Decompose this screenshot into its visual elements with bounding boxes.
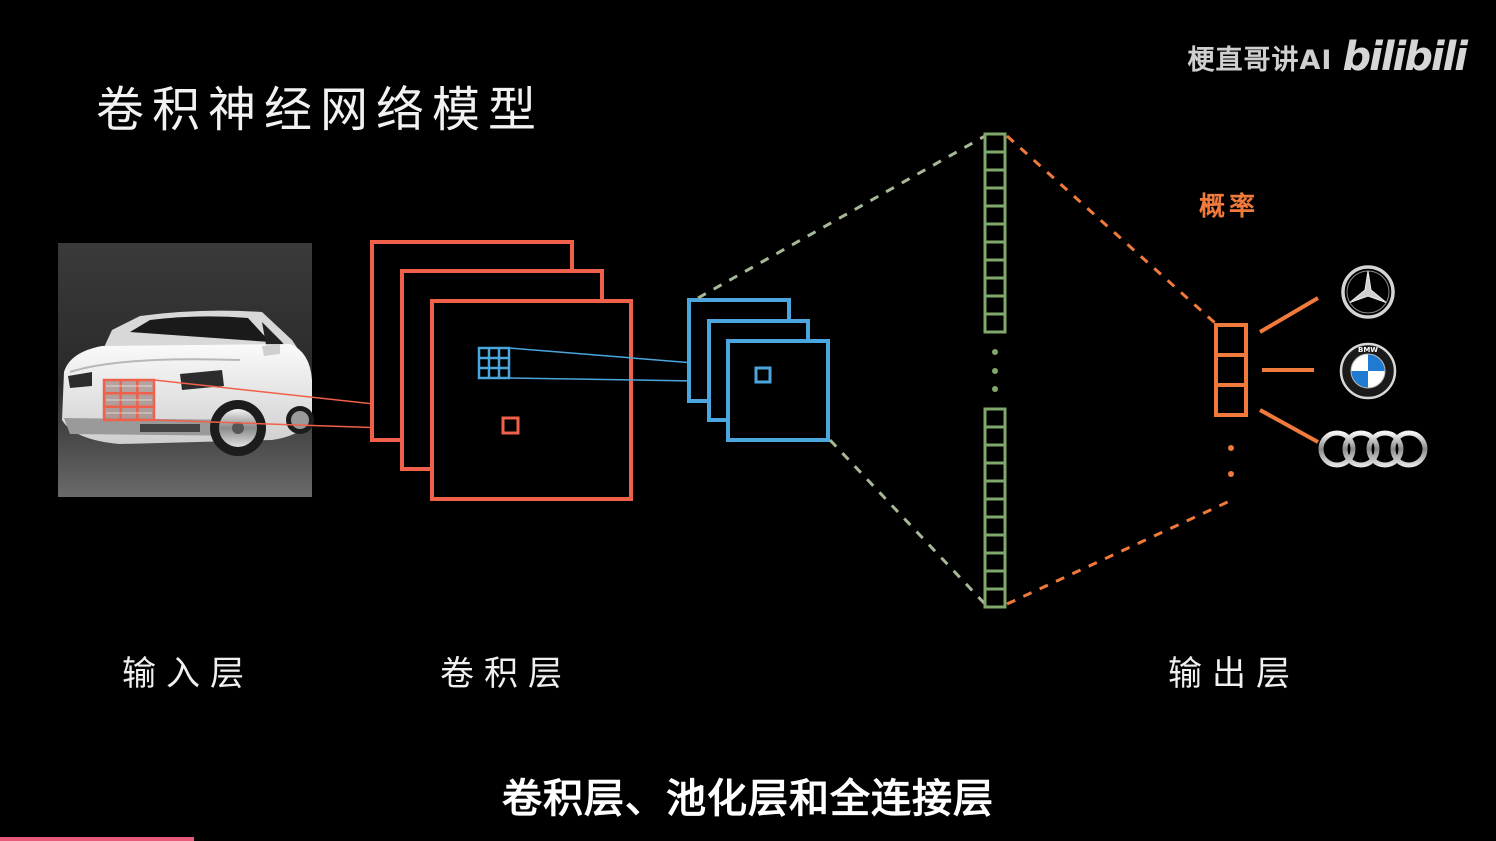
output-layer-label: 输出层 — [1168, 654, 1300, 694]
pool-feature-map-3 — [726, 339, 830, 442]
fc-layer-lower-column — [983, 407, 1007, 609]
input-layer-label: 输入层 — [122, 654, 254, 694]
pool-to-fc-dashed-bottom — [828, 438, 987, 606]
fc-to-output-dashed-bottom — [1006, 498, 1233, 606]
conv-layer-label: 卷积层 — [440, 654, 572, 694]
output-connector-3 — [1259, 408, 1319, 444]
bmw-logo-icon: BMW — [1339, 342, 1397, 400]
output-connector-1 — [1258, 296, 1320, 334]
cnn-diagram: BMW — [58, 132, 1428, 609]
input-image — [58, 243, 314, 497]
audi-logo-icon — [1318, 430, 1428, 468]
mercedes-benz-logo-icon — [1341, 265, 1395, 319]
output-layer — [1214, 323, 1248, 417]
fc-to-output-dashed-top — [1005, 134, 1217, 325]
pool-to-fc-dashed-top — [697, 134, 986, 300]
video-progress-track[interactable] — [0, 837, 1496, 841]
fc-ellipsis — [992, 349, 998, 392]
probability-label: 概率 — [1199, 192, 1260, 222]
output-ellipsis — [1228, 445, 1234, 477]
conv-layer-stack — [370, 240, 633, 501]
pool-layer-stack — [687, 298, 830, 442]
bmw-logo-text: BMW — [1358, 346, 1378, 354]
conv-feature-map-3 — [430, 299, 633, 501]
video-subtitle: 卷积层、池化层和全连接层 — [502, 776, 994, 822]
fc-layer-upper-column — [983, 132, 1007, 334]
video-progress-fill — [0, 837, 195, 841]
